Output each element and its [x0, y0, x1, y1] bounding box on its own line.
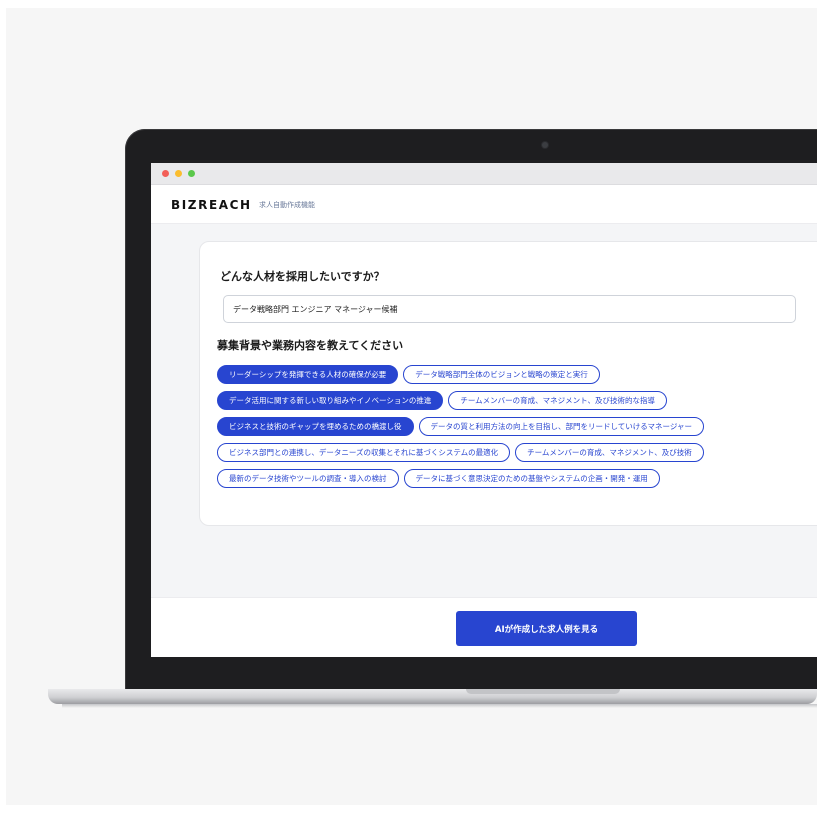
chip-row: リーダーシップを発揮できる人材の確保が必要 データ戦略部門全体のビジョンと戦略の策… [217, 365, 817, 384]
laptop-base [48, 689, 817, 704]
background-chip-selected[interactable]: ビジネスと技術のギャップを埋めるための橋渡し役 [217, 417, 414, 436]
background-chip[interactable]: データに基づく意思決定のための基盤やシステムの企画・開発・運用 [403, 469, 660, 488]
maximize-window-icon[interactable] [188, 170, 195, 177]
chip-row: ビジネスと技術のギャップを埋めるための橋渡し役 データの質と利用方法の向上を目指し… [217, 417, 817, 436]
background-chip-selected[interactable]: データ活用に関する新しい取り組みやイノベーションの推進 [217, 391, 444, 410]
background-chip[interactable]: データの質と利用方法の向上を目指し、部門をリードしていけるマネージャー [418, 417, 704, 436]
question-background: 募集背景や業務内容を教えてください [217, 339, 404, 352]
footer-bar: AIが作成した求人例を見る [151, 597, 817, 657]
job-title-input[interactable] [223, 295, 796, 323]
camera-icon [542, 142, 548, 148]
background-chip[interactable]: データ戦略部門全体のビジョンと戦略の策定と実行 [403, 365, 600, 384]
laptop-base-shadow [62, 704, 817, 708]
question-target-talent: どんな人材を採用したいですか？ [220, 270, 385, 283]
background-chip[interactable]: ビジネス部門との連携し、データニーズの収集とそれに基づくシステムの最適化 [217, 443, 511, 462]
minimize-window-icon[interactable] [175, 170, 182, 177]
background-chip[interactable]: チームメンバーの育成、マネジメント、及び技術 [515, 443, 704, 462]
view-ai-job-example-button[interactable]: AIが作成した求人例を見る [456, 611, 637, 646]
browser-titlebar [151, 163, 817, 185]
background-chip-list: リーダーシップを発揮できる人材の確保が必要 データ戦略部門全体のビジョンと戦略の策… [217, 365, 817, 495]
chip-row: データ活用に関する新しい取り組みやイノベーションの推進 チームメンバーの育成、マネ… [217, 391, 817, 410]
background-chip-selected[interactable]: リーダーシップを発揮できる人材の確保が必要 [217, 365, 399, 384]
close-window-icon[interactable] [162, 170, 169, 177]
background-chip[interactable]: 最新のデータ技術やツールの調査・導入の検討 [217, 469, 399, 488]
job-form-card: どんな人材を採用したいですか？ 募集背景や業務内容を教えてください リーダーシッ… [199, 241, 817, 526]
background-chip[interactable]: チームメンバーの育成、マネジメント、及び技術的な指導 [448, 391, 667, 410]
bizreach-logo[interactable]: BIZREACH [171, 198, 252, 212]
chip-row: ビジネス部門との連携し、データニーズの収集とそれに基づくシステムの最適化 チームメ… [217, 443, 817, 462]
laptop-screen: BIZREACH 求人自動作成機能 どんな人材を採用したいですか？ 募集背景や業… [151, 163, 817, 657]
feature-subtitle: 求人自動作成機能 [259, 201, 315, 209]
chip-row: 最新のデータ技術やツールの調査・導入の検討 データに基づく意思決定のための基盤やシ… [217, 469, 817, 488]
laptop-base-notch [466, 689, 620, 694]
app-header: BIZREACH 求人自動作成機能 [151, 185, 817, 224]
